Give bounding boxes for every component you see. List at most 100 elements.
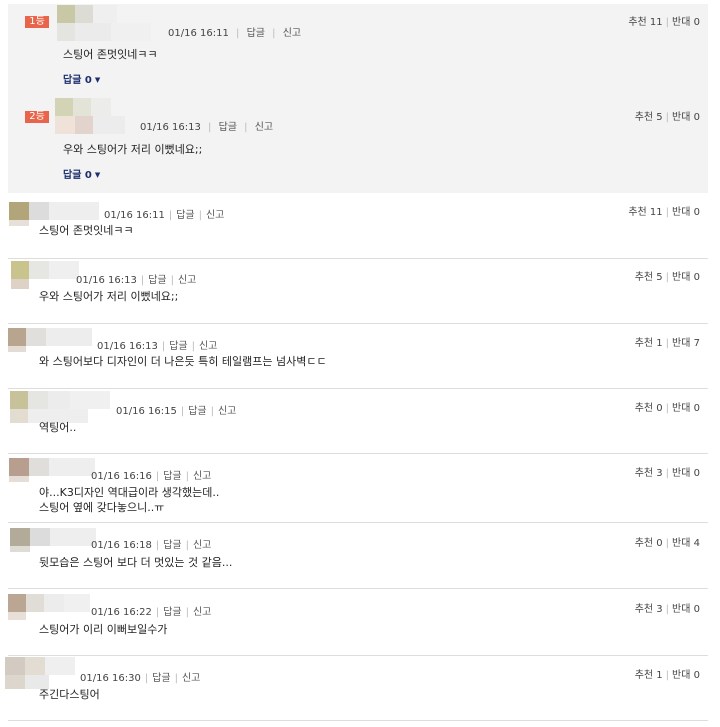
reply-link[interactable]: 답글 (152, 673, 170, 684)
comment-text: 야...K3디자인 역대급이라 생각했는데.. 스팅어 옆에 갖다놓으니..ㅠ (39, 486, 220, 514)
down-count: 0 (693, 272, 700, 283)
caret-down-icon: ▼ (94, 76, 101, 84)
up-label[interactable]: 추천 (635, 272, 653, 283)
up-count: 0 (656, 538, 663, 549)
comment-meta: 01/16 16:11 | 답글 | 신고 (104, 210, 225, 221)
reply-count-button[interactable]: 답글 0 ▼ (63, 166, 100, 181)
down-label[interactable]: 반대 (672, 207, 690, 218)
reply-link[interactable]: 답글 (247, 28, 265, 39)
vote-counts: 추천 11 | 반대 0 (628, 17, 700, 28)
down-count: 0 (693, 17, 700, 28)
comment-text: 우와 스팅어가 저리 이뻤네요;; (63, 143, 203, 156)
comment-meta: 01/16 16:18 | 답글 | 신고 (91, 540, 212, 551)
reply-link[interactable]: 답글 (169, 341, 187, 352)
vote-counts: 추천 11 | 반대 0 (628, 207, 700, 218)
up-count: 1 (656, 670, 663, 681)
divider (8, 323, 708, 324)
down-count: 0 (693, 670, 700, 681)
down-count: 4 (693, 538, 700, 549)
reply-link[interactable]: 답글 (163, 471, 181, 482)
avatar[interactable] (10, 391, 110, 423)
divider: | (208, 122, 212, 133)
comment-meta: 01/16 16:22 | 답글 | 신고 (91, 607, 212, 618)
comment-time: 01/16 16:13 (76, 275, 137, 286)
avatar[interactable] (9, 458, 95, 482)
up-button[interactable]: 추천 5 (635, 112, 663, 123)
divider: | (236, 28, 240, 39)
up-label[interactable]: 추천 (635, 538, 653, 549)
avatar[interactable] (10, 528, 96, 552)
avatar[interactable] (8, 328, 92, 352)
up-count: 11 (649, 207, 663, 218)
reply-link[interactable]: 답글 (188, 406, 206, 417)
reply-link[interactable]: 답글 (163, 607, 181, 618)
report-link[interactable]: 신고 (193, 607, 211, 618)
reply-link[interactable]: 답글 (176, 210, 194, 221)
reply-link[interactable]: 답글 (219, 122, 237, 133)
comment-time: 01/16 16:30 (80, 673, 141, 684)
vote-counts: 추천 5 | 반대 0 (634, 112, 700, 123)
vote-counts: 추천 0 | 반대 4 (634, 538, 700, 549)
up-label[interactable]: 추천 (635, 604, 653, 615)
down-label[interactable]: 반대 (672, 272, 690, 283)
up-label[interactable]: 추천 (635, 670, 653, 681)
reply-count-label: 답글 0 (63, 170, 92, 181)
comment-meta: 01/16 16:13 | 답글 | 신고 (76, 275, 197, 286)
avatar[interactable] (55, 98, 125, 134)
report-link[interactable]: 신고 (283, 28, 301, 39)
comment-time: 01/16 16:22 (91, 607, 152, 618)
comment-time: 01/16 16:13 (97, 341, 158, 352)
reply-link[interactable]: 답글 (163, 540, 181, 551)
comment-text: 스팅어 존멋잇네ㅋㅋ (39, 224, 134, 237)
up-label[interactable]: 추천 (635, 338, 653, 349)
down-label[interactable]: 반대 (672, 468, 690, 479)
down-button[interactable]: 반대 0 (672, 112, 700, 123)
avatar[interactable] (8, 594, 90, 620)
report-link[interactable]: 신고 (182, 673, 200, 684)
down-count: 7 (693, 338, 700, 349)
avatar[interactable] (5, 657, 75, 689)
avatar[interactable] (57, 5, 151, 41)
up-label[interactable]: 추천 (635, 468, 653, 479)
vote-counts: 추천 1 | 반대 0 (634, 670, 700, 681)
comment-text: 뒷모습은 스팅어 보다 더 멋있는 것 같음... (39, 556, 233, 569)
report-link[interactable]: 신고 (199, 341, 217, 352)
down-label: 반대 (672, 17, 691, 28)
up-label[interactable]: 추천 (628, 207, 646, 218)
up-label[interactable]: 추천 (635, 403, 653, 414)
comment-meta: 01/16 16:15 | 답글 | 신고 (116, 406, 237, 417)
divider (8, 388, 708, 389)
down-label[interactable]: 반대 (672, 670, 690, 681)
reply-link[interactable]: 답글 (148, 275, 166, 286)
comment-meta: 01/16 16:16 | 답글 | 신고 (91, 471, 212, 482)
vote-counts: 추천 1 | 반대 7 (634, 338, 700, 349)
report-link[interactable]: 신고 (218, 406, 236, 417)
divider (8, 588, 708, 589)
report-link[interactable]: 신고 (178, 275, 196, 286)
down-label[interactable]: 반대 (672, 338, 690, 349)
comment-time: 01/16 16:16 (91, 471, 152, 482)
up-label: 추천 (634, 112, 654, 123)
comment-time: 01/16 16:15 (116, 406, 177, 417)
comment-time: 01/16 16:11 (104, 210, 165, 221)
comment-text: 와 스팅어보다 디자인이 더 나은듯 특히 테일램프는 넘사벽ㄷㄷ (39, 355, 327, 368)
avatar[interactable] (11, 261, 79, 289)
up-count: 1 (656, 338, 663, 349)
down-label[interactable]: 반대 (672, 538, 690, 549)
report-link[interactable]: 신고 (193, 540, 211, 551)
rank-badge: 2등 (25, 111, 49, 123)
report-link[interactable]: 신고 (206, 210, 224, 221)
down-label: 반대 (672, 112, 691, 123)
reply-count-button[interactable]: 답글 0 ▼ (63, 71, 100, 86)
report-link[interactable]: 신고 (255, 122, 273, 133)
reply-count-label: 답글 0 (63, 75, 92, 86)
down-button[interactable]: 반대 0 (672, 17, 700, 28)
up-button[interactable]: 추천 11 (628, 17, 662, 28)
down-count: 0 (693, 604, 700, 615)
comment-meta: 01/16 16:30 | 답글 | 신고 (80, 673, 201, 684)
report-link[interactable]: 신고 (193, 471, 211, 482)
down-label[interactable]: 반대 (672, 604, 690, 615)
up-count: 5 (656, 272, 663, 283)
down-label[interactable]: 반대 (672, 403, 690, 414)
down-count: 0 (693, 112, 700, 123)
